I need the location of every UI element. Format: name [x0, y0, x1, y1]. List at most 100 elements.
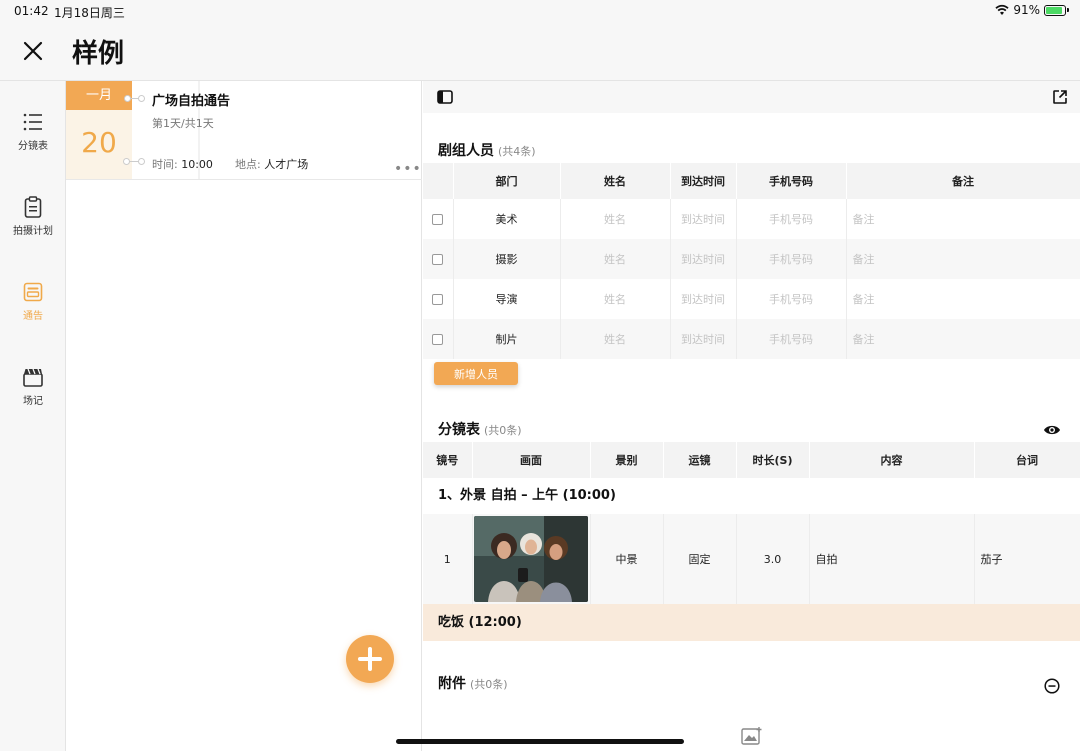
rail-label: 分镜表	[18, 141, 48, 152]
crew-note-field[interactable]: 备注	[846, 279, 1080, 319]
shots-title-text: 分镜表	[438, 422, 480, 438]
wifi-icon	[995, 4, 1009, 16]
more-button[interactable]: •••	[394, 161, 422, 177]
notice-list: 一月 20 广场自拍通告 第1天/共1天 时间: 10:00 地点: 人才广场 …	[66, 81, 422, 751]
crew-phone-field[interactable]: 手机号码	[736, 239, 846, 279]
notice-time-label: 时间:	[152, 158, 178, 171]
table-row: 美术 姓名 到达时间 手机号码 备注	[423, 199, 1080, 239]
table-row[interactable]: 1 中景 固定	[423, 514, 1080, 604]
crew-note-field[interactable]: 备注	[846, 199, 1080, 239]
column-header: 手机号码	[736, 163, 846, 199]
shot-frame[interactable]	[472, 514, 590, 604]
crew-name-field[interactable]: 姓名	[560, 239, 670, 279]
row-checkbox[interactable]	[432, 254, 443, 265]
shots-table: 镜号 画面 景别 运镜 时长(S) 内容 台词	[423, 442, 1080, 478]
crew-arrival-field[interactable]: 到达时间	[670, 319, 736, 359]
shot-line: 茄子	[974, 514, 1080, 604]
add-image-icon[interactable]	[741, 726, 763, 746]
eye-icon[interactable]	[1043, 424, 1061, 436]
clapperboard-icon	[22, 366, 44, 388]
rail-item-shoot-plan[interactable]: 拍摄计划	[0, 196, 66, 256]
battery-icon	[1044, 5, 1066, 16]
row-checkbox[interactable]	[432, 334, 443, 345]
crew-table: 部门 姓名 到达时间 手机号码 备注 美术 姓名 到达时间 手机号码 备注 摄影…	[423, 163, 1080, 359]
column-header: 备注	[846, 163, 1080, 199]
rail-label: 场记	[23, 396, 43, 407]
crew-count: (共4条)	[498, 145, 536, 158]
notice-icon	[22, 281, 44, 303]
rail-label: 通告	[23, 311, 43, 322]
rail-item-notice[interactable]: 通告	[0, 281, 66, 341]
column-header: 时长(S)	[736, 442, 809, 478]
attachments-title: 附件(共0条)	[438, 673, 508, 693]
add-notice-button[interactable]	[346, 635, 394, 683]
column-header: 到达时间	[670, 163, 736, 199]
clipboard-icon	[22, 196, 44, 218]
detail-toolbar	[423, 81, 1080, 113]
shot-size: 中景	[590, 514, 663, 604]
shots-header-row: 镜号 画面 景别 运镜 时长(S) 内容 台词	[423, 442, 1080, 478]
crew-arrival-field[interactable]: 到达时间	[670, 199, 736, 239]
home-indicator	[396, 739, 684, 744]
rail-item-scene-log[interactable]: 场记	[0, 366, 66, 426]
meal-break: 吃饭 (12:00)	[423, 604, 1080, 641]
crew-arrival-field[interactable]: 到达时间	[670, 239, 736, 279]
timeline-dot	[124, 95, 131, 102]
shots-rows: 1 中景 固定	[423, 514, 1080, 604]
crew-name-field[interactable]: 姓名	[560, 319, 670, 359]
column-header: 台词	[974, 442, 1080, 478]
column-header: 姓名	[560, 163, 670, 199]
crew-title-text: 剧组人员	[438, 143, 494, 159]
shots-count: (共0条)	[484, 424, 522, 437]
shot-thumbnail-image[interactable]	[474, 516, 588, 602]
notice-location-value: 人才广场	[264, 158, 308, 171]
row-checkbox[interactable]	[432, 214, 443, 225]
status-time: 01:42	[14, 4, 49, 18]
notice-date: 一月 20	[66, 81, 132, 179]
crew-note-field[interactable]: 备注	[846, 239, 1080, 279]
scene-heading: 1、外景 自拍 – 上午 (10:00)	[423, 478, 1080, 514]
column-header: 内容	[809, 442, 974, 478]
column-header: 运镜	[663, 442, 736, 478]
collapse-icon[interactable]	[1044, 678, 1060, 694]
notice-card[interactable]: 一月 20 广场自拍通告 第1天/共1天 时间: 10:00 地点: 人才广场 …	[66, 81, 422, 180]
open-external-icon[interactable]	[1052, 89, 1068, 105]
column-header: 部门	[453, 163, 560, 199]
crew-dept: 导演	[453, 279, 560, 319]
app-header: 样例	[0, 22, 1080, 81]
row-checkbox[interactable]	[432, 294, 443, 305]
timeline-dot	[123, 158, 130, 165]
shot-content: 自拍	[809, 514, 974, 604]
crew-header-check	[423, 163, 453, 199]
crew-note-field[interactable]: 备注	[846, 319, 1080, 359]
shot-number: 1	[423, 514, 472, 604]
shot-duration: 3.0	[736, 514, 809, 604]
crew-name-field[interactable]: 姓名	[560, 199, 670, 239]
timeline-dot	[138, 158, 145, 165]
crew-dept: 摄影	[453, 239, 560, 279]
add-crew-button[interactable]: 新增人员	[434, 362, 518, 385]
notice-day: 20	[66, 110, 132, 179]
timeline-dot	[138, 95, 145, 102]
battery-percent: 91%	[1013, 3, 1040, 17]
close-icon[interactable]	[20, 38, 46, 64]
shot-camera-move: 固定	[663, 514, 736, 604]
crew-phone-field[interactable]: 手机号码	[736, 319, 846, 359]
side-rail: 分镜表 拍摄计划 通告 场记	[0, 81, 66, 751]
notice-detail: 剧组人员 (共4条) 部门 姓名 到达时间 手机号码 备注 美术 姓名 到达时间 …	[423, 81, 1080, 751]
notice-title: 广场自拍通告	[152, 90, 230, 109]
crew-name-field[interactable]: 姓名	[560, 279, 670, 319]
rail-item-storyboard[interactable]: 分镜表	[0, 111, 66, 171]
notice-location-label: 地点:	[235, 158, 261, 171]
crew-arrival-field[interactable]: 到达时间	[670, 279, 736, 319]
crew-phone-field[interactable]: 手机号码	[736, 279, 846, 319]
table-row: 摄影 姓名 到达时间 手机号码 备注	[423, 239, 1080, 279]
crew-phone-field[interactable]: 手机号码	[736, 199, 846, 239]
table-row: 制片 姓名 到达时间 手机号码 备注	[423, 319, 1080, 359]
sidebar-toggle-icon[interactable]	[437, 90, 453, 104]
column-header: 镜号	[423, 442, 472, 478]
notice-time-value: 10:00	[181, 158, 213, 171]
crew-dept: 制片	[453, 319, 560, 359]
crew-dept: 美术	[453, 199, 560, 239]
shots-title: 分镜表 (共0条)	[438, 419, 522, 439]
